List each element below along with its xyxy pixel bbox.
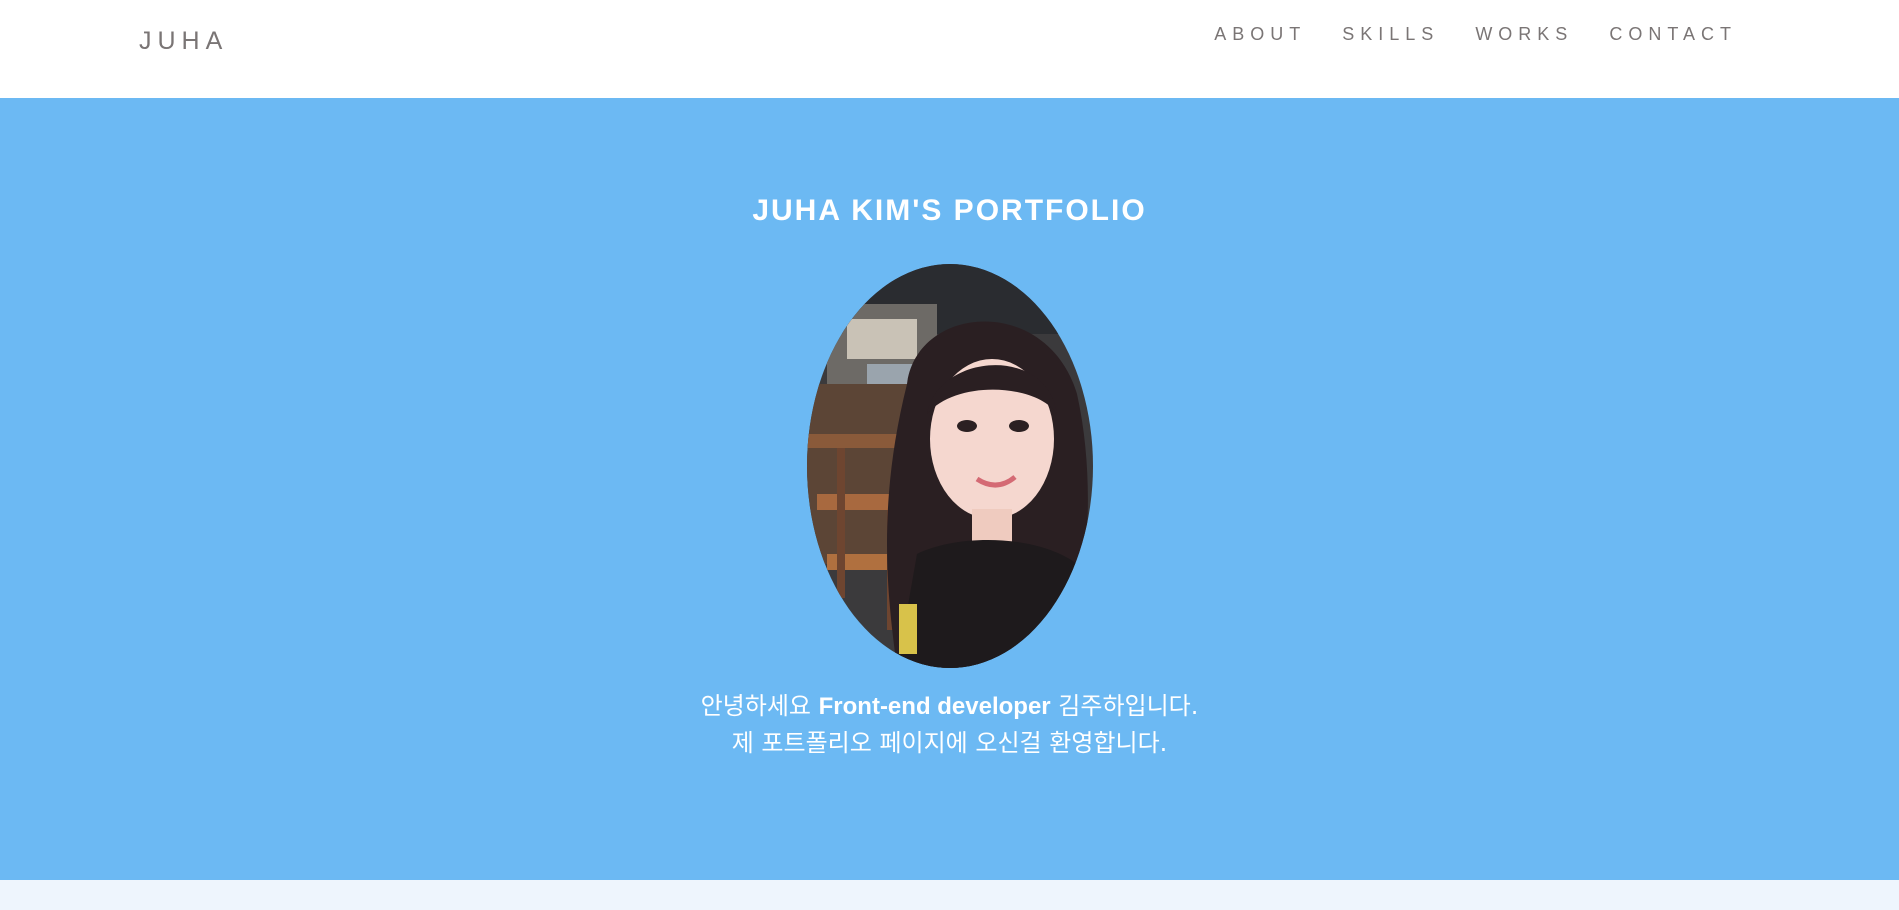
intro-line-2: 제 포트폴리오 페이지에 오신걸 환영합니다. [731, 729, 1168, 757]
hero-title: JUHA KIM'S PORTFOLIO [752, 194, 1147, 227]
nav-link-works[interactable]: WORKS [1475, 23, 1573, 45]
intro-name: 김주하입니다. [1050, 692, 1199, 720]
intro-line-1: 안녕하세요 Front-end developer 김주하입니다. [0, 688, 1899, 725]
next-section [0, 880, 1899, 910]
navbar: JUHA ABOUT SKILLS WORKS CONTACT [0, 0, 1899, 98]
nav-link-skills[interactable]: SKILLS [1342, 23, 1439, 45]
hero-section: JUHA KIM'S PORTFOLIO 안녕하세요 Front-end dev… [0, 98, 1899, 880]
nav-link-about[interactable]: ABOUT [1214, 23, 1306, 45]
nav-menu: ABOUT SKILLS WORKS CONTACT [1178, 23, 1737, 45]
intro-text: 안녕하세요 Front-end developer 김주하입니다. 제 포트폴리… [0, 688, 1899, 761]
intro-role: Front-end developer [818, 693, 1051, 720]
profile-photo-graphic [807, 264, 1093, 668]
nav-link-contact[interactable]: CONTACT [1609, 23, 1737, 45]
intro-greeting: 안녕하세요 [700, 692, 819, 720]
profile-photo [807, 264, 1093, 668]
brand-logo-link[interactable]: JUHA [139, 27, 228, 56]
